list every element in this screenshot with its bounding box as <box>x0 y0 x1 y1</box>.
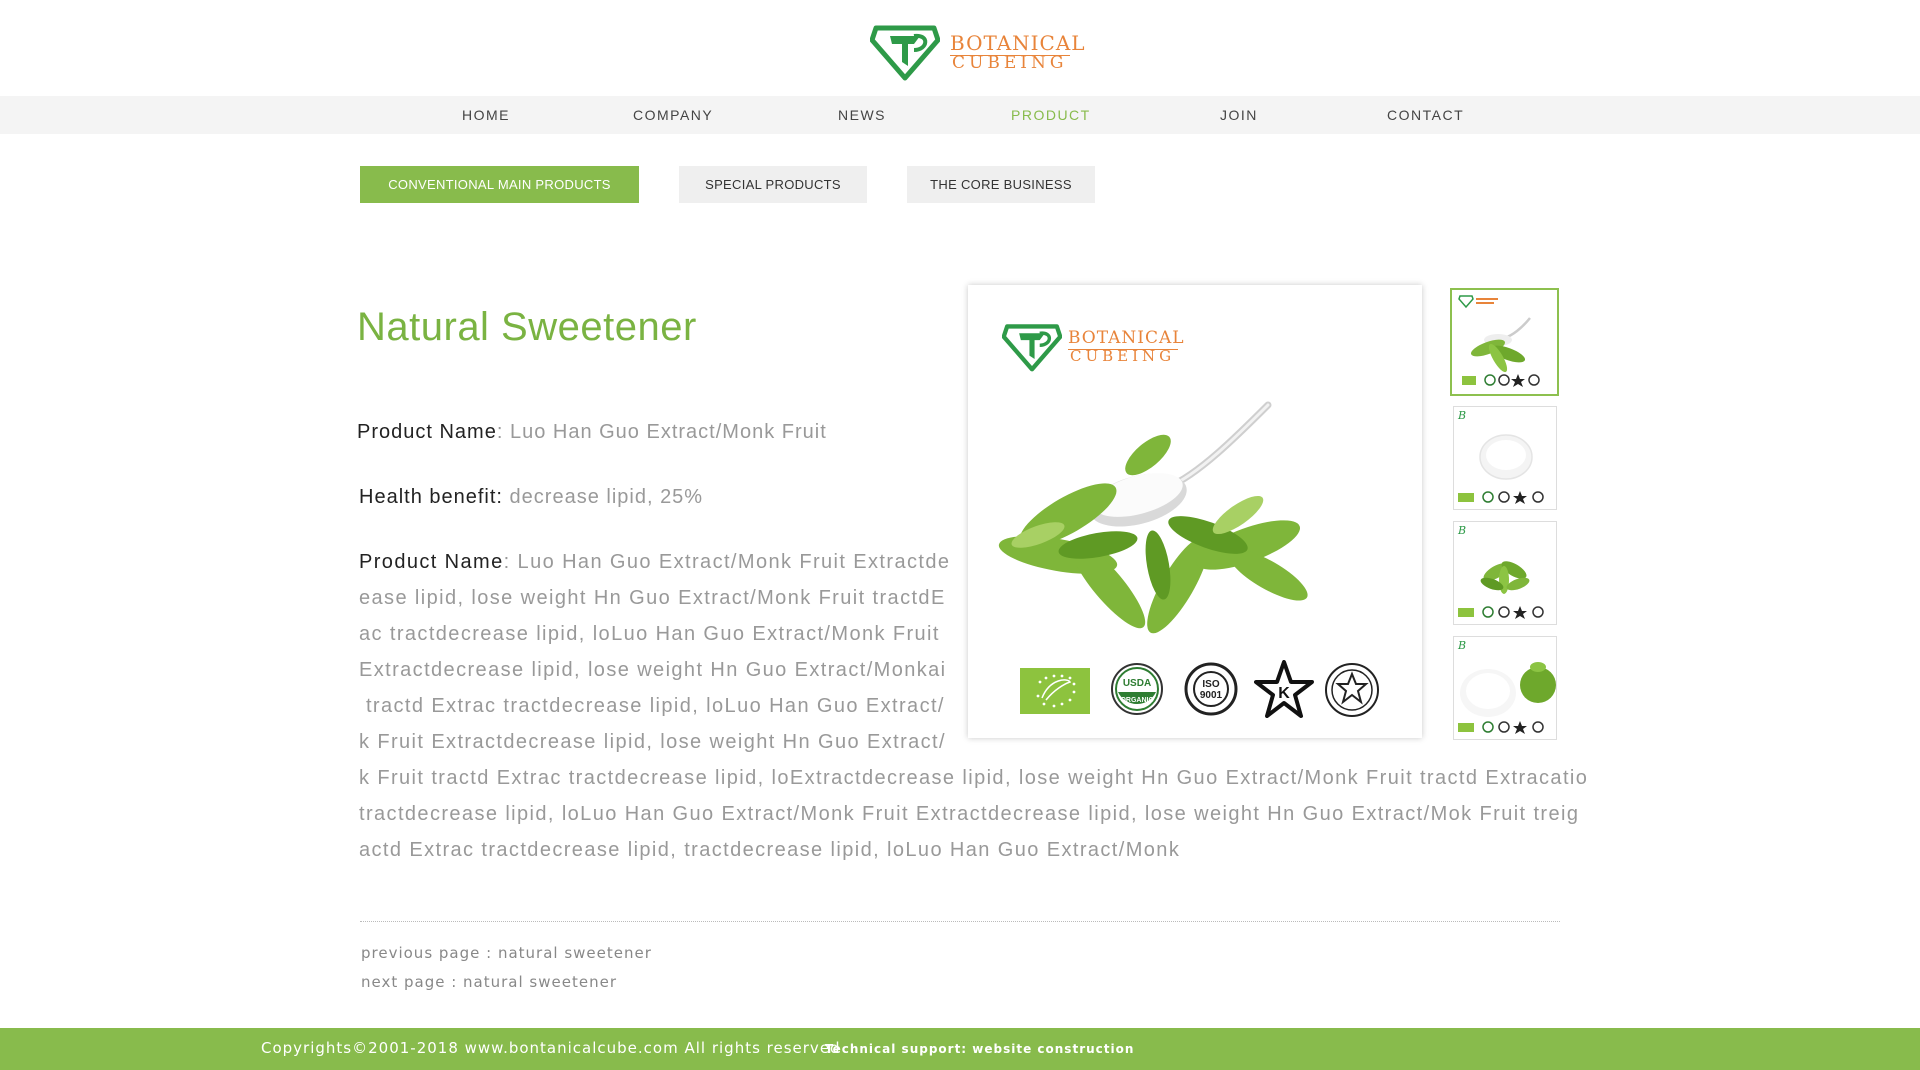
thumbnail-image <box>1458 295 1540 387</box>
thumbnail-image: B <box>1457 639 1556 734</box>
site-footer: Copyrights©2001-2018 www.bontanicalcube.… <box>0 1028 1920 1070</box>
product-name-value: : Luo Han Guo Extract/Monk Fruit <box>496 421 827 443</box>
svg-text:USDA: USDA <box>1123 678 1151 689</box>
tab-conventional-main-products[interactable]: CONVENTIONAL MAIN PRODUCTS <box>360 166 639 203</box>
nav-company[interactable]: COMPANY <box>633 96 713 134</box>
svg-text:B: B <box>1457 524 1466 537</box>
health-benefit-label: Health benefit: <box>359 486 503 508</box>
halal-seal <box>1325 663 1379 717</box>
description-label: Product Name <box>359 551 504 573</box>
description-line: actd Extrac tractdecrease lipid, tractde… <box>359 839 1181 861</box>
previous-page-link[interactable]: previous page : natural sweetener <box>361 944 652 962</box>
stevia-leaves-spoon-illustration <box>998 401 1308 634</box>
usda-organic-seal: USDA ORGANIC <box>1111 663 1163 715</box>
svg-text:B: B <box>1457 639 1466 652</box>
technical-support-link[interactable]: Technical support: website construction <box>825 1042 1134 1056</box>
iso-9001-seal: ISO 9001 <box>1184 662 1238 716</box>
thumbnail-image: B <box>1457 524 1544 619</box>
svg-text:K: K <box>1278 685 1290 702</box>
diamond-logo-icon <box>1002 324 1062 372</box>
kosher-star-icon: K <box>1254 660 1314 718</box>
nav-contact[interactable]: CONTACT <box>1387 96 1464 134</box>
brand-name-line1: BOTANICAL <box>950 31 1086 55</box>
image-brand-logo: BOTANICAL CUBEING <box>1002 319 1184 375</box>
product-title: Natural Sweetener <box>357 305 697 349</box>
product-name-row: Product Name: Luo Han Guo Extract/Monk F… <box>357 421 827 444</box>
thumb-powder-with-leaf[interactable]: B <box>1453 636 1557 740</box>
thumb-stevia-spoon[interactable] <box>1450 288 1559 396</box>
tab-special-products[interactable]: SPECIAL PRODUCTS <box>679 166 867 203</box>
copyright-text: Copyrights©2001-2018 www.bontanicalcube.… <box>261 1039 841 1057</box>
description-line: tractdecrease lipid, loLuo Han Guo Extra… <box>359 803 1580 825</box>
health-benefit-value: decrease lipid, 25% <box>502 486 704 508</box>
certification-logos: USDA ORGANIC ISO 9001 K <box>1020 660 1380 720</box>
brand-name-line2: CUBEING <box>952 53 1068 73</box>
diamond-logo-icon <box>870 25 940 81</box>
nav-join[interactable]: JOIN <box>1220 96 1258 134</box>
health-benefit-row: Health benefit: decrease lipid, 25% <box>359 486 703 509</box>
svg-text:B: B <box>1457 409 1466 422</box>
thumbnail-image: B <box>1457 409 1544 504</box>
main-product-image[interactable]: BOTANICAL CUBEING USDA ORGANIC ISO 9001 … <box>968 285 1422 738</box>
svg-text:9001: 9001 <box>1200 690 1223 701</box>
next-page-link[interactable]: next page : natural sweetener <box>361 973 617 991</box>
content-divider <box>360 921 1560 922</box>
main-nav: HOME COMPANY NEWS PRODUCT JOIN CONTACT <box>0 96 1920 134</box>
thumb-stevia-leaves[interactable]: B <box>1453 521 1557 625</box>
nav-product[interactable]: PRODUCT <box>1011 96 1091 134</box>
svg-text:ISO: ISO <box>1202 679 1219 690</box>
product-name-label: Product Name <box>357 421 497 443</box>
nav-news[interactable]: NEWS <box>838 96 886 134</box>
eu-organic-leaf-icon <box>1020 668 1090 714</box>
thumb-white-powder[interactable]: B <box>1453 406 1557 510</box>
tab-core-business[interactable]: THE CORE BUSINESS <box>907 166 1095 203</box>
description-line: k Fruit tractd Extrac tractdecrease lipi… <box>359 767 1589 789</box>
nav-home[interactable]: HOME <box>462 96 510 134</box>
svg-text:ORGANIC: ORGANIC <box>1120 697 1153 704</box>
site-logo[interactable]: BOTANICAL CUBEING <box>870 20 1085 82</box>
